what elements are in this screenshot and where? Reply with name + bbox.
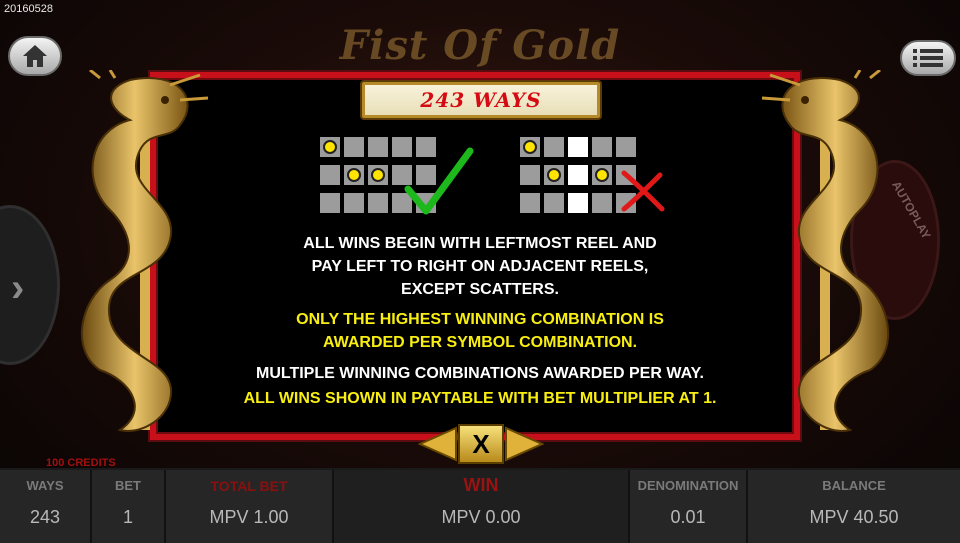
close-button[interactable]: X	[458, 424, 504, 464]
invalid-way-diagram	[520, 137, 670, 215]
close-icon: X	[472, 428, 490, 459]
win-symbol-dot	[323, 140, 337, 154]
win-symbol-dot	[347, 168, 361, 182]
build-tag: 20160528	[4, 3, 53, 15]
balance-cell: BALANCE MPV 40.50	[748, 470, 960, 543]
bet-value: 1	[122, 507, 133, 527]
win-symbol-dot	[523, 140, 537, 154]
next-page-button[interactable]	[504, 426, 544, 462]
total-bet-label: TOTAL BET	[210, 478, 288, 494]
valid-way-diagram	[320, 137, 474, 215]
bet-label: BET	[115, 478, 141, 493]
rule-highlight: AWARDED PER SYMBOL COMBINATION.	[322, 334, 638, 351]
denomination-value: 0.01	[670, 507, 706, 527]
bet-cell[interactable]: BET 1	[92, 470, 166, 543]
cross-icon	[621, 170, 665, 212]
home-button[interactable]	[8, 36, 62, 76]
title-plate: 243 WAYS	[362, 82, 600, 118]
win-value: MPV 0.00	[441, 507, 521, 527]
ways-label: WAYS	[26, 478, 64, 493]
home-icon	[23, 45, 47, 67]
total-bet-value: MPV 1.00	[209, 507, 289, 527]
ways-cell: WAYS 243	[0, 470, 92, 543]
page-nav: X	[418, 424, 544, 464]
balance-value: MPV 40.50	[809, 507, 899, 527]
balance-label: BALANCE	[822, 478, 886, 493]
rule-line: ALL WINS BEGIN WITH LEFTMOST REEL AND	[303, 235, 657, 252]
rule-line: MULTIPLE WINNING COMBINATIONS AWARDED PE…	[255, 365, 704, 382]
denomination-cell[interactable]: DENOMINATION 0.01	[630, 470, 748, 543]
total-bet-cell: TOTAL BET MPV 1.00	[166, 470, 334, 543]
rules-text: ALL WINS BEGIN WITH LEFTMOST REEL AND PA…	[180, 232, 780, 410]
rule-highlight: ALL WINS SHOWN IN PAYTABLE WITH BET MULT…	[243, 390, 717, 407]
win-symbol-dot	[547, 168, 561, 182]
menu-icon	[913, 49, 943, 67]
gold-dragon-right	[761, 70, 890, 432]
win-cell: WIN MPV 0.00	[334, 470, 630, 543]
rule-highlight: ONLY THE HIGHEST WINNING COMBINATION IS	[296, 311, 664, 328]
credits-label: 100 CREDITS	[46, 457, 116, 469]
game-stage: 20160528 Fist Of Gold › AUTOPLAY 243 WAY…	[0, 0, 960, 543]
ways-value: 243	[29, 507, 61, 527]
win-label: WIN	[463, 475, 499, 495]
menu-button[interactable]	[900, 40, 956, 76]
page-title: 243 WAYS	[420, 88, 542, 112]
prev-page-button[interactable]	[418, 426, 458, 462]
rule-line: PAY LEFT TO RIGHT ON ADJACENT REELS,	[311, 258, 649, 275]
rule-line: EXCEPT SCATTERS.	[401, 281, 559, 298]
game-logo: Fist Of Gold	[339, 22, 621, 69]
win-symbol-dot	[595, 168, 609, 182]
check-icon	[404, 147, 474, 215]
win-symbol-dot	[371, 168, 385, 182]
chevron-right-icon: ›	[11, 266, 25, 310]
side-expand-button[interactable]: ›	[0, 205, 60, 365]
denomination-label: DENOMINATION	[637, 478, 739, 493]
